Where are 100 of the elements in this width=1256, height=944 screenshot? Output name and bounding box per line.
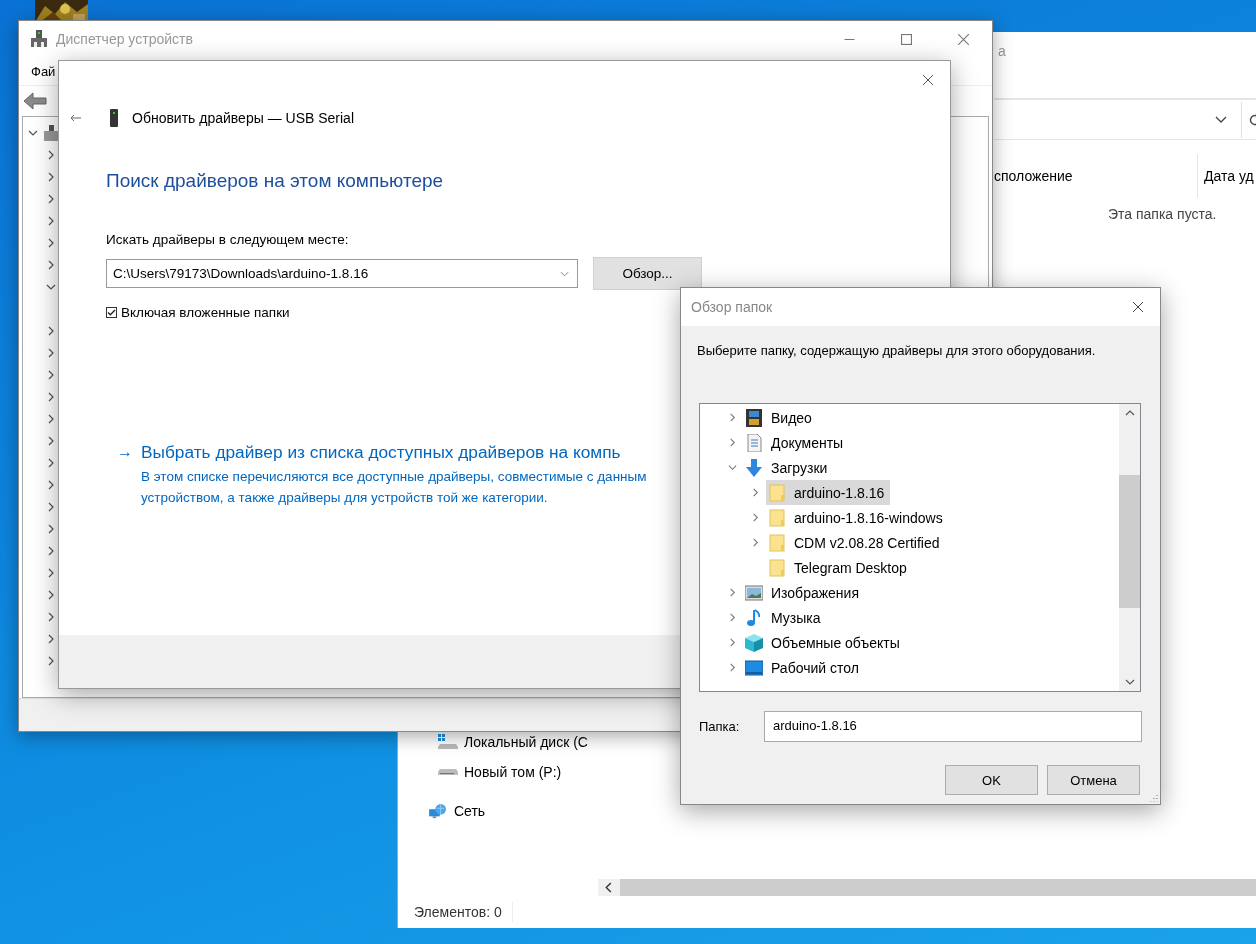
vertical-scrollbar[interactable]: [1119, 404, 1140, 691]
chevron-icon[interactable]: [46, 150, 56, 160]
folder-item[interactable]: Объемные объекты: [743, 630, 906, 655]
folder-item[interactable]: arduino-1.8.16-windows: [766, 505, 949, 530]
network-icon: [428, 803, 448, 819]
menu-item[interactable]: Фай: [31, 63, 56, 79]
folder-item[interactable]: arduino-1.8.16: [766, 480, 891, 505]
checkbox-label[interactable]: Включая вложенные папки: [121, 305, 290, 320]
nav-item[interactable]: Сеть: [454, 803, 486, 819]
chevron-icon[interactable]: [751, 488, 760, 497]
minimize-icon: [844, 38, 855, 40]
music-note-icon: [745, 608, 763, 627]
folder-item[interactable]: Рабочий стол: [743, 655, 865, 680]
chevron-icon[interactable]: [46, 458, 56, 468]
chevron-icon[interactable]: [728, 413, 737, 422]
back-arrow-icon[interactable]: [23, 92, 47, 110]
chevron-icon[interactable]: [46, 634, 56, 644]
column-header[interactable]: сположение: [994, 168, 1197, 184]
chevron-icon[interactable]: [46, 524, 56, 534]
chevron-icon[interactable]: [46, 326, 56, 336]
window-title: Диспетчер устройств: [56, 31, 193, 47]
resize-grip-icon[interactable]: [1148, 792, 1158, 802]
scroll-down-icon[interactable]: [1124, 679, 1135, 685]
column-header[interactable]: Дата уд: [1204, 168, 1254, 184]
chevron-icon[interactable]: [46, 502, 56, 512]
field-label: Папка:: [699, 719, 741, 734]
chevron-icon[interactable]: [28, 128, 38, 138]
close-icon[interactable]: [922, 74, 934, 86]
folder-item[interactable]: Загрузки: [743, 455, 834, 480]
chevron-icon[interactable]: [728, 663, 737, 672]
chevron-icon[interactable]: [46, 238, 56, 248]
folder-item[interactable]: Видео: [743, 405, 818, 430]
location-combobox[interactable]: C:\Users\79173\Downloads\arduino-1.8.16: [106, 259, 578, 288]
chevron-icon[interactable]: [728, 638, 737, 647]
folder-item[interactable]: CDM v2.08.28 Certified: [766, 530, 946, 555]
close-icon: [958, 33, 969, 45]
dialog-title: Обзор папок: [691, 299, 774, 315]
folder-icon: [768, 508, 786, 527]
instruction-text: Выберите папку, содержащую драйверы для этого оборудования.: [697, 343, 1097, 359]
chevron-icon[interactable]: [46, 414, 56, 424]
device-icon: [110, 109, 118, 127]
nav-item[interactable]: Локальный диск (C: [464, 734, 588, 750]
chevron-icon[interactable]: [46, 480, 56, 490]
chevron-icon[interactable]: [751, 513, 760, 522]
chevron-icon[interactable]: [46, 612, 56, 622]
chevron-icon[interactable]: [728, 438, 737, 447]
chevron-icon[interactable]: [46, 392, 56, 402]
chevron-icon[interactable]: [46, 546, 56, 556]
chevron-icon[interactable]: [46, 348, 56, 358]
dialog-title: Обновить драйверы — USB Serial: [132, 110, 354, 126]
film-icon: [745, 408, 763, 427]
folder-item[interactable]: Telegram Desktop: [766, 555, 913, 580]
folder-tree[interactable]: Видео Документы Загрузки arduino-1.8.16 arduino-1.8.16-windows CDM v2.08.28 Certified Telegram Desktop Изображения Музыка Объемные объекты Рабочий стол: [699, 403, 1141, 692]
arrow-glyph: →: [117, 442, 133, 462]
window-title: а: [998, 43, 1006, 59]
chevron-icon[interactable]: [728, 588, 737, 597]
chevron-icon[interactable]: [46, 194, 56, 204]
monitor-icon: [745, 658, 763, 677]
folder-icon: [768, 483, 786, 502]
page-heading: Поиск драйверов на этом компьютере: [106, 170, 445, 192]
scroll-thumb[interactable]: [1119, 475, 1140, 608]
driver-list-link[interactable]: Выбрать драйвер из списка доступных драйверов на компь: [141, 440, 621, 464]
chevron-icon[interactable]: [46, 216, 56, 226]
horizontal-scrollbar[interactable]: [598, 879, 1256, 896]
drive-icon: [438, 734, 458, 750]
scroll-up-icon[interactable]: [1124, 410, 1135, 416]
chevron-icon[interactable]: [46, 370, 56, 380]
scroll-left-icon[interactable]: [598, 879, 620, 896]
browse-button[interactable]: Обзор...: [593, 257, 702, 290]
chevron-icon[interactable]: [728, 463, 737, 472]
folder-icon: [768, 558, 786, 577]
chevron-icon[interactable]: [46, 260, 56, 270]
folder-item[interactable]: Музыка: [743, 605, 827, 630]
image-icon: [745, 583, 763, 602]
cube-icon: [745, 633, 763, 652]
checkbox[interactable]: [106, 307, 117, 318]
chevron-icon[interactable]: [46, 436, 56, 446]
field-label: Искать драйверы в следующем месте:: [106, 232, 350, 247]
chevron-icon[interactable]: [46, 656, 56, 666]
chevron-icon[interactable]: [751, 538, 760, 547]
folder-icon: [768, 533, 786, 552]
chevron-icon[interactable]: [46, 282, 56, 292]
status-text: Элементов: 0: [414, 904, 502, 920]
drive-icon: [438, 769, 458, 775]
chevron-down-icon[interactable]: [1215, 115, 1227, 124]
nav-item[interactable]: Новый том (P:): [464, 764, 562, 780]
folder-item[interactable]: Документы: [743, 430, 850, 455]
device-icon: [31, 30, 47, 48]
download-arrow-icon: [745, 458, 763, 477]
ok-button[interactable]: OK: [945, 765, 1038, 795]
cancel-button[interactable]: Отмена: [1047, 765, 1140, 795]
folder-item[interactable]: Изображения: [743, 580, 865, 605]
chevron-icon[interactable]: [46, 590, 56, 600]
chevron-icon[interactable]: [728, 613, 737, 622]
back-arrow-icon[interactable]: [70, 114, 82, 122]
folder-field[interactable]: arduino-1.8.16: [764, 711, 1142, 742]
close-icon[interactable]: [1132, 301, 1144, 313]
chevron-icon[interactable]: [46, 568, 56, 578]
empty-message: Эта папка пуста.: [1107, 206, 1218, 222]
chevron-icon[interactable]: [46, 172, 56, 182]
